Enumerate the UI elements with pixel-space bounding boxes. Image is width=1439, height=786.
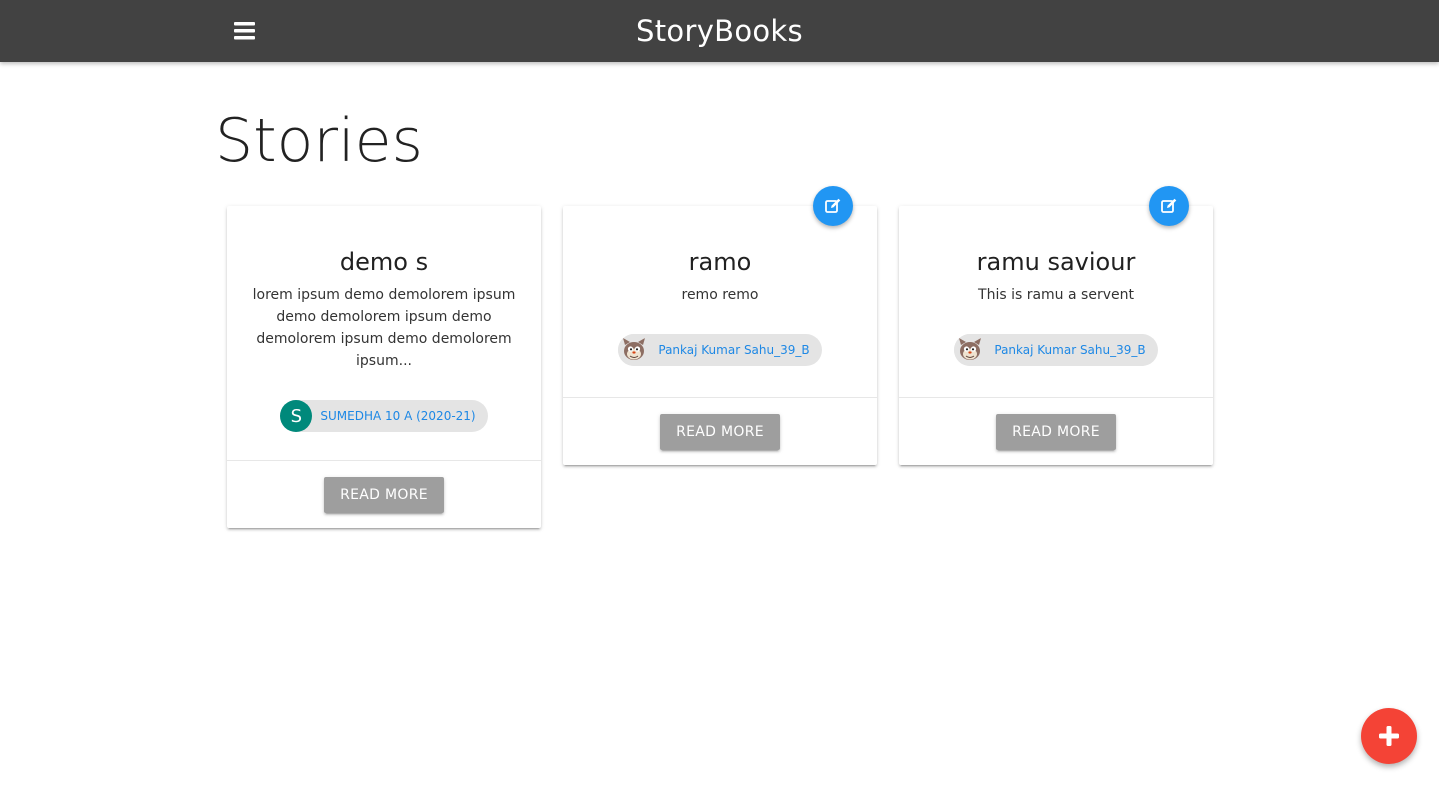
card-content: ramo remo remo Pankaj Kumar Sahu_39_B bbox=[563, 206, 877, 397]
cartoon-cat-avatar-icon bbox=[954, 334, 987, 366]
edit-icon bbox=[825, 198, 841, 213]
author-chip[interactable]: Pankaj Kumar Sahu_39_B bbox=[618, 334, 822, 366]
plus-icon bbox=[1379, 726, 1399, 746]
author-chip[interactable]: S SUMEDHA 10 A (2020-21) bbox=[280, 400, 488, 432]
cartoon-cat-avatar-icon bbox=[618, 334, 651, 366]
read-more-button[interactable]: READ MORE bbox=[324, 476, 444, 513]
story-excerpt: remo remo bbox=[681, 287, 759, 303]
brand-logo[interactable]: StoryBooks bbox=[0, 14, 1439, 48]
read-more-button[interactable]: READ MORE bbox=[660, 413, 780, 450]
card-content: ramu saviour This is ramu a servent Pank… bbox=[899, 206, 1213, 397]
card-action: READ MORE bbox=[563, 397, 877, 465]
story-title: ramo bbox=[688, 248, 752, 276]
card-action: READ MORE bbox=[899, 397, 1213, 465]
story-card: ramu saviour This is ramu a servent Pank… bbox=[899, 206, 1213, 465]
card-content: demo s lorem ipsum demo demolorem ipsum … bbox=[227, 206, 541, 460]
author-chip[interactable]: Pankaj Kumar Sahu_39_B bbox=[954, 334, 1158, 366]
card-action: READ MORE bbox=[227, 460, 541, 528]
story-title: ramu saviour bbox=[976, 248, 1136, 276]
add-story-button[interactable] bbox=[1361, 708, 1417, 764]
story-excerpt: lorem ipsum demo demolorem ipsum demo de… bbox=[252, 287, 516, 369]
author-avatar: S bbox=[280, 400, 313, 432]
author-name: Pankaj Kumar Sahu_39_B bbox=[658, 343, 810, 357]
read-more-button[interactable]: READ MORE bbox=[996, 413, 1116, 450]
top-navbar: StoryBooks bbox=[0, 0, 1439, 62]
story-card: ramo remo remo Pankaj Kumar Sahu_39_B RE… bbox=[563, 206, 877, 465]
story-excerpt: This is ramu a servent bbox=[978, 287, 1134, 303]
story-title: demo s bbox=[339, 248, 429, 276]
author-name: SUMEDHA 10 A (2020-21) bbox=[320, 409, 476, 423]
edit-icon bbox=[1161, 198, 1177, 213]
author-name: Pankaj Kumar Sahu_39_B bbox=[994, 343, 1146, 357]
edit-story-button[interactable] bbox=[1149, 186, 1189, 226]
story-card: demo s lorem ipsum demo demolorem ipsum … bbox=[227, 206, 541, 528]
page-title: Stories bbox=[215, 106, 423, 176]
edit-story-button[interactable] bbox=[813, 186, 853, 226]
